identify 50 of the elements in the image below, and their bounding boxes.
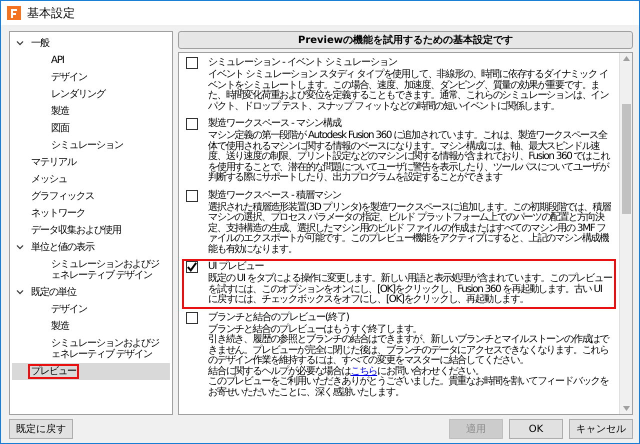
tree-item[interactable]: レンダリング	[12, 86, 170, 103]
feature-description: 既定の UI をタブによる操作に変更します。新しい用語と表示処理が含まれています。このプレビューを試すには、このオプションをオンにし、[OK]をクリックし、Fusion 360 を再起動します。古い UI に戻すには、チェックボックスをオフにし、[OK]をクリックし、再起動します。	[208, 274, 612, 306]
tree-item[interactable]: 単位と値の表示	[12, 239, 170, 256]
dialog-button[interactable]: キャンセル	[569, 419, 633, 439]
tree-item[interactable]: API	[12, 52, 170, 69]
checkbox[interactable]	[186, 312, 198, 324]
tree-item[interactable]: プレビュー	[12, 363, 170, 380]
feature-title: UI プレビュー	[208, 261, 264, 272]
tree-item[interactable]: シミュレーションおよびジェネレーティブ デザイン	[12, 256, 170, 284]
feature-title: シミュレーション - イベント シミュレーション	[208, 57, 398, 68]
tree-item[interactable]: シミュレーション	[12, 137, 170, 154]
feature-description: このプレビューをご利用いただきありがとうございました。貴重なお時間を割いてフィードバックをお寄せいただいたことに、深く感謝いたします。	[208, 377, 610, 398]
feature-title: 製造ワークスペース - 積層マシン	[208, 190, 341, 202]
checkbox[interactable]	[186, 57, 198, 69]
tree-item[interactable]: 図面	[12, 120, 170, 137]
tree-item[interactable]: デザイン	[12, 301, 170, 318]
section-header: Previewの機能を試用するための基本設定です	[178, 31, 633, 49]
tree-item[interactable]: 一般	[12, 35, 170, 52]
app-logo-icon	[7, 6, 21, 20]
tree-item[interactable]: 製造	[12, 318, 170, 335]
tree-item[interactable]: デザイン	[12, 69, 170, 86]
window-title: 基本設定	[27, 4, 75, 22]
tree-item[interactable]: ネットワーク	[12, 205, 170, 222]
reset-button[interactable]: 既定に戻す	[9, 419, 73, 439]
feature-title: 製造ワークスペース - マシン構成	[208, 118, 341, 130]
tree-item[interactable]: グラフィックス	[12, 188, 170, 205]
tree-item[interactable]: 既定の単位	[12, 284, 170, 301]
feature-description: 引き続き、履歴の参照とブランチの結合はできますが、新しいブランチとマイルストーンの作成はできません。プレビューが完全に閉じた後は、ブランチのデータにアクセスできなくなります。これらのデザイン作業を維持するには、すべての変更をマスターに結合してください。	[208, 335, 610, 366]
checkbox[interactable]	[186, 261, 198, 273]
checkbox[interactable]	[186, 190, 198, 202]
tree-item[interactable]: データ収集および使用	[12, 222, 170, 239]
contact-link[interactable]: こちら	[350, 366, 378, 376]
chevron-down-icon[interactable]	[16, 39, 24, 47]
tree-item[interactable]: 製造	[12, 103, 170, 120]
feature-description: イベント シミュレーション スタディ タイプを使用して、非線形の、時間に依存するダイナミック イベントをシミュレートします。この場合、速度、加速度、ダンピング、質量の効果が重要です。また、時間変化荷重および変位を定義することもできます。通常、これらのシミュレーションは、インパクト、ドロップ テスト、スナップ フィットなどの時間の短いイベントに関係します。	[208, 70, 610, 112]
feature-description: ブランチと結合のプレビューはもうすぐ終了します。	[208, 324, 423, 334]
feature-description: 結合に関するヘルプが必要な場合はこちらにお問い合わせください。	[208, 366, 484, 376]
feature-description: 選択された積層造形装置(3D プリンタ)を製造ワークスペースに追加します。この初期段階では、積層マシンの選択、プロセス パラメータの指定、ビルド プラットフォーム上でのパーツの配置と方向決定、支持構造の生成、選択したマシン用のビルド ファイルの作成またはすべてのマシン用の 3MF ファイルのエクスポートが可能です。このプレビュー機能をアクティブにすると、上記のマシン構成機能も有効になります。	[208, 202, 612, 255]
feature-description: マシン定義の第一段階が Autodesk Fusion 360 に追加されています。これは、製造ワークスペース全体で使用されるマシンに関する情報のベースになります。マシン構成には、軸、最大スピンドル速度、送り速度の制限、プリント設定などのマシンに関する情報が含まれており、Fusion 360 ではこれを使用することで、潜在的な問題についてユーザに警告を表示したり、ツールパスについてユーザが判断する際にサポートしたり、出力プログラムを設定することができます	[208, 131, 611, 184]
tree-item[interactable]: メッシュ	[12, 171, 170, 188]
scrollbar[interactable]	[619, 53, 632, 414]
chevron-down-icon[interactable]	[16, 243, 24, 251]
checkbox[interactable]	[186, 118, 198, 130]
feature-title: ブランチと結合のプレビュー(終了)	[208, 312, 349, 324]
tree-item[interactable]: マテリアル	[12, 154, 170, 171]
check-icon	[187, 261, 197, 273]
dialog-button[interactable]: OK	[509, 419, 563, 439]
chevron-down-icon[interactable]	[16, 288, 24, 296]
tree-item[interactable]: シミュレーションおよびジェネレーティブ デザイン	[12, 335, 170, 363]
scrollbar-thumb[interactable]	[622, 104, 630, 214]
